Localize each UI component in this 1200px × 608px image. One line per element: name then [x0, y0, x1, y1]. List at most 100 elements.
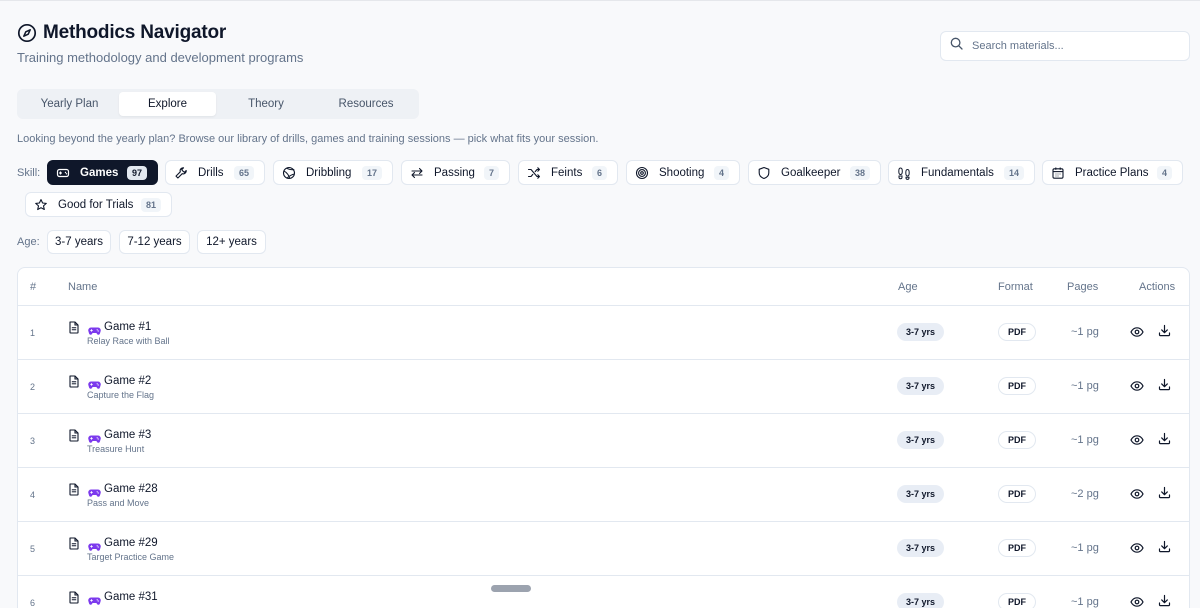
eye-icon[interactable]: [1130, 487, 1144, 505]
page-subtitle: Training methodology and development pro…: [17, 50, 304, 65]
skill-chip-shooting[interactable]: Shooting 4: [626, 160, 740, 185]
skill-chip-passing[interactable]: Passing 7: [401, 160, 510, 185]
skill-chip-count: 14: [1003, 165, 1024, 180]
page-count: ~1 pg: [1071, 380, 1099, 392]
download-icon[interactable]: [1158, 432, 1171, 450]
skill-chip-count: 97: [126, 165, 147, 180]
download-icon[interactable]: [1158, 378, 1171, 396]
download-icon[interactable]: [1158, 540, 1171, 558]
age-badge: 3-7 yrs: [897, 377, 945, 395]
horizontal-scrollbar[interactable]: [491, 585, 531, 592]
page-count: ~1 pg: [1071, 434, 1099, 446]
skill-chip-count: 6: [591, 165, 607, 180]
search-box[interactable]: [940, 31, 1190, 61]
download-icon[interactable]: [1158, 486, 1171, 504]
skill-chip-label: Fundamentals: [921, 166, 994, 179]
skill-chip-label: Drills: [198, 166, 224, 179]
row-title[interactable]: Game #3: [104, 429, 151, 441]
page-count: ~2 pg: [1071, 488, 1099, 500]
age-badge: 3-7 yrs: [897, 485, 945, 503]
format-badge: PDF: [998, 539, 1036, 557]
row-number: 4: [30, 490, 36, 500]
row-subtitle: Capture the Flag: [87, 390, 155, 400]
eye-icon[interactable]: [1130, 595, 1144, 608]
skill-chip-count: 7: [483, 165, 499, 180]
footprints-icon: [897, 166, 911, 180]
column-header-age: Age: [898, 281, 918, 293]
download-icon[interactable]: [1158, 594, 1171, 608]
document-icon: [68, 483, 80, 501]
row-title[interactable]: Game #29: [104, 537, 158, 549]
search-icon: [950, 37, 963, 55]
skill-chip-label: Passing: [434, 166, 475, 179]
skill-chip-count: 4: [713, 165, 729, 180]
eye-icon[interactable]: [1130, 379, 1144, 397]
ball-icon: [282, 166, 296, 180]
row-title[interactable]: Game #2: [104, 375, 151, 387]
star-icon: [34, 198, 48, 212]
skill-chip-drills[interactable]: Drills 65: [165, 160, 265, 185]
row-number: 1: [30, 328, 36, 338]
tab-resources[interactable]: Resources: [316, 92, 416, 116]
age-chip-3-7[interactable]: 3-7 years: [47, 230, 111, 254]
gamepad-icon: [56, 166, 70, 180]
eye-icon[interactable]: [1130, 325, 1144, 343]
skill-chip-games[interactable]: Games 97: [47, 160, 158, 185]
gamepad-icon: [88, 593, 101, 608]
skill-chip-count: 4: [1156, 165, 1172, 180]
format-badge: PDF: [998, 377, 1036, 395]
format-badge: PDF: [998, 431, 1036, 449]
table-row[interactable]: 4 Game #28 Pass and Move 3-7 yrs PDF ~2 …: [18, 468, 1189, 522]
skill-chip-label: Goalkeeper: [781, 166, 841, 179]
row-title[interactable]: Game #31: [104, 591, 158, 603]
table-row[interactable]: 2 Game #2 Capture the Flag 3-7 yrs PDF ~…: [18, 360, 1189, 414]
column-header-number: #: [30, 281, 37, 293]
row-subtitle: Relay Race with Ball: [87, 336, 170, 346]
age-badge: 3-7 yrs: [897, 431, 945, 449]
row-title[interactable]: Game #1: [104, 321, 151, 333]
document-icon: [68, 429, 80, 447]
main-tabs: Yearly Plan Explore Theory Resources: [17, 89, 419, 119]
compass-icon: [17, 23, 37, 43]
skill-chip-count: 65: [233, 165, 254, 180]
page-count: ~1 pg: [1071, 542, 1099, 554]
top-divider: [0, 0, 1200, 1]
page-count: ~1 pg: [1071, 596, 1099, 608]
skill-chip-feints[interactable]: Feints 6: [518, 160, 618, 185]
skill-chip-label: Games: [80, 166, 119, 179]
format-badge: PDF: [998, 323, 1036, 341]
skill-chip-good-for-trials[interactable]: Good for Trials 81: [25, 192, 172, 217]
eye-icon[interactable]: [1130, 541, 1144, 559]
tab-yearly-plan[interactable]: Yearly Plan: [20, 92, 119, 116]
column-header-name: Name: [68, 281, 98, 293]
table-row[interactable]: 1 Game #1 Relay Race with Ball 3-7 yrs P…: [18, 306, 1189, 360]
tab-theory[interactable]: Theory: [216, 92, 316, 116]
page-header: Methodics Navigator Training methodology…: [17, 22, 303, 65]
arrows-swap-icon: [410, 166, 424, 180]
age-badge: 3-7 yrs: [897, 539, 945, 557]
skill-chip-count: 81: [140, 197, 161, 212]
document-icon: [68, 591, 80, 608]
format-badge: PDF: [998, 593, 1036, 608]
row-subtitle: Treasure Hunt: [87, 444, 145, 454]
skill-chip-fundamentals[interactable]: Fundamentals 14: [888, 160, 1035, 185]
search-input[interactable]: [972, 40, 1172, 52]
skill-chip-label: Feints: [551, 166, 583, 179]
skill-chip-dribbling[interactable]: Dribbling 17: [273, 160, 393, 185]
age-chip-7-12[interactable]: 7-12 years: [119, 230, 190, 254]
skill-chip-goalkeeper[interactable]: Goalkeeper 38: [748, 160, 881, 185]
skill-chip-count: 17: [361, 165, 382, 180]
age-chip-12-plus[interactable]: 12+ years: [197, 230, 266, 254]
row-title[interactable]: Game #28: [104, 483, 158, 495]
download-icon[interactable]: [1158, 324, 1171, 342]
eye-icon[interactable]: [1130, 433, 1144, 451]
table-row[interactable]: 5 Game #29 Target Practice Game 3-7 yrs …: [18, 522, 1189, 576]
skill-chip-count: 38: [849, 165, 870, 180]
row-number: 2: [30, 382, 36, 392]
column-header-pages: Pages: [1067, 281, 1099, 293]
tab-explore[interactable]: Explore: [119, 92, 216, 116]
skill-chip-practice-plans[interactable]: Practice Plans 4: [1042, 160, 1183, 185]
table-row[interactable]: 6 Game #31 3-7 yrs PDF ~1 pg: [18, 576, 1189, 608]
shield-icon: [757, 166, 771, 180]
table-row[interactable]: 3 Game #3 Treasure Hunt 3-7 yrs PDF ~1 p…: [18, 414, 1189, 468]
